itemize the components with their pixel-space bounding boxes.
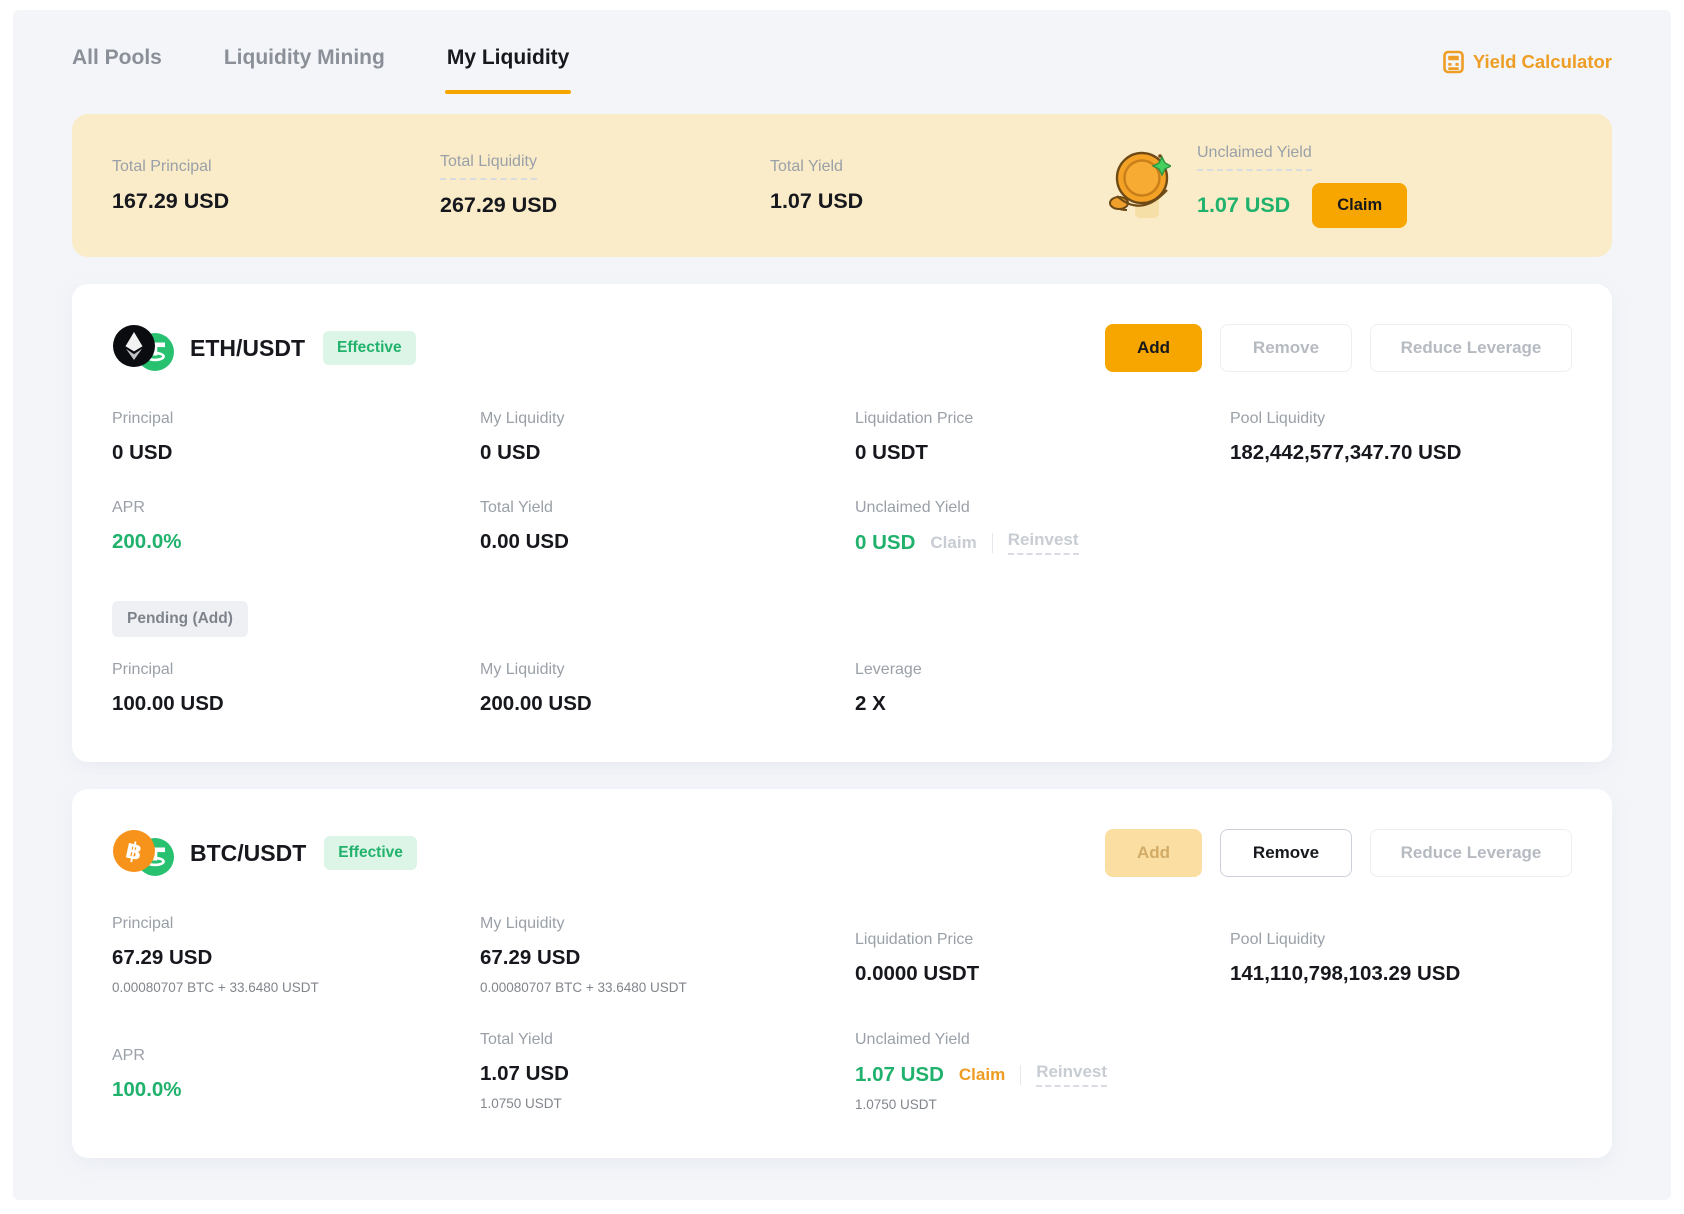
pair-icons: ฿ [112, 829, 178, 877]
status-badge: Effective [324, 836, 417, 870]
pool-tabs: All Pools Liquidity Mining My Liquidity … [72, 10, 1612, 94]
stat-total-yield: Total Yield 0.00 USD [480, 499, 855, 554]
unclaimed-amount: 1.07 USD [855, 1063, 944, 1087]
status-badge: Effective [323, 331, 416, 365]
stat-total-yield: Total Yield 1.07 USD 1.0750 USDT [480, 1031, 855, 1111]
stat-unclaimed-yield: Unclaimed Yield 1.07 USD Claim Reinvest … [855, 1031, 1230, 1112]
remove-button[interactable]: Remove [1220, 324, 1352, 372]
yield-calculator-link[interactable]: Yield Calculator [1443, 50, 1612, 74]
unclaimed-yield-block: Unclaimed Yield 1.07 USD Claim [1197, 144, 1407, 228]
summary-total-yield: Total Yield 1.07 USD [770, 158, 1105, 214]
reinvest-link[interactable]: Reinvest [1036, 1062, 1107, 1087]
link-divider [992, 533, 993, 553]
yield-calculator-label: Yield Calculator [1473, 51, 1612, 73]
summary-total-principal: Total Principal 167.29 USD [112, 158, 440, 214]
summary-total-liquidity: Total Liquidity 267.29 USD [440, 153, 770, 218]
claim-button[interactable]: Claim [1312, 183, 1407, 228]
pending-leverage: Leverage 2 X [855, 661, 1230, 716]
coin-illustration-icon [1105, 148, 1171, 224]
pending-principal: Principal 100.00 USD [112, 661, 480, 716]
add-button[interactable]: Add [1105, 829, 1202, 877]
unclaimed-amount: 0 USD [855, 531, 915, 555]
total-principal-value: 167.29 USD [112, 189, 440, 214]
add-button[interactable]: Add [1105, 324, 1202, 372]
stat-principal: Principal 0 USD [112, 410, 480, 465]
total-yield-label: Total Yield [770, 158, 1105, 176]
unclaimed-yield-label[interactable]: Unclaimed Yield [1197, 144, 1312, 171]
pool-card-eth-usdt: ETH/USDT Effective Add Remove Reduce Lev… [72, 284, 1612, 762]
stat-my-liquidity: My Liquidity 67.29 USD 0.00080707 BTC + … [480, 915, 855, 995]
claim-link[interactable]: Claim [959, 1065, 1005, 1085]
summary-banner: Total Principal 167.29 USD Total Liquidi… [72, 114, 1612, 257]
pair-name: ETH/USDT [190, 335, 305, 362]
calculator-icon [1443, 50, 1464, 74]
stat-my-liquidity: My Liquidity 0 USD [480, 410, 855, 465]
pending-add-badge: Pending (Add) [112, 601, 248, 637]
eth-coin-icon [112, 324, 156, 368]
tab-my-liquidity[interactable]: My Liquidity [447, 46, 570, 94]
stat-apr: APR 200.0% [112, 499, 480, 554]
total-liquidity-label[interactable]: Total Liquidity [440, 153, 537, 180]
link-divider [1020, 1065, 1021, 1085]
pool-card-btc-usdt: ฿ BTC/USDT Effective Add Remove Reduce L… [72, 789, 1612, 1158]
reduce-leverage-button[interactable]: Reduce Leverage [1370, 324, 1572, 372]
pair-icons [112, 324, 178, 372]
total-liquidity-value: 267.29 USD [440, 193, 770, 218]
stat-pool-liquidity: Pool Liquidity 141,110,798,103.29 USD [1230, 915, 1572, 986]
liquidity-page: All Pools Liquidity Mining My Liquidity … [13, 10, 1671, 1200]
pair-name: BTC/USDT [190, 840, 306, 867]
stat-principal: Principal 67.29 USD 0.00080707 BTC + 33.… [112, 915, 480, 995]
stat-liquidation-price: Liquidation Price 0 USDT [855, 410, 1230, 465]
tab-liquidity-mining[interactable]: Liquidity Mining [224, 46, 385, 94]
summary-unclaimed-yield: Unclaimed Yield 1.07 USD Claim [1105, 144, 1572, 228]
total-yield-value: 1.07 USD [770, 189, 1105, 214]
reinvest-link[interactable]: Reinvest [1008, 530, 1079, 555]
stat-pool-liquidity: Pool Liquidity 182,442,577,347.70 USD [1230, 410, 1572, 465]
total-principal-label: Total Principal [112, 158, 440, 176]
reduce-leverage-button[interactable]: Reduce Leverage [1370, 829, 1572, 877]
stat-unclaimed-yield: Unclaimed Yield 0 USD Claim Reinvest [855, 499, 1230, 555]
stat-liquidation-price: Liquidation Price 0.0000 USDT [855, 915, 1230, 986]
tab-all-pools[interactable]: All Pools [72, 46, 162, 94]
btc-coin-icon: ฿ [112, 829, 156, 873]
total-yield-usdt: 1.0750 USDT [480, 1096, 855, 1111]
stat-apr: APR 100.0% [112, 1031, 480, 1102]
claim-link[interactable]: Claim [930, 533, 976, 553]
my-liquidity-breakdown: 0.00080707 BTC + 33.6480 USDT [480, 980, 855, 995]
pending-my-liquidity: My Liquidity 200.00 USD [480, 661, 855, 716]
remove-button[interactable]: Remove [1220, 829, 1352, 877]
unclaimed-yield-value: 1.07 USD [1197, 193, 1290, 218]
principal-breakdown: 0.00080707 BTC + 33.6480 USDT [112, 980, 480, 995]
unclaimed-yield-usdt: 1.0750 USDT [855, 1097, 1230, 1112]
